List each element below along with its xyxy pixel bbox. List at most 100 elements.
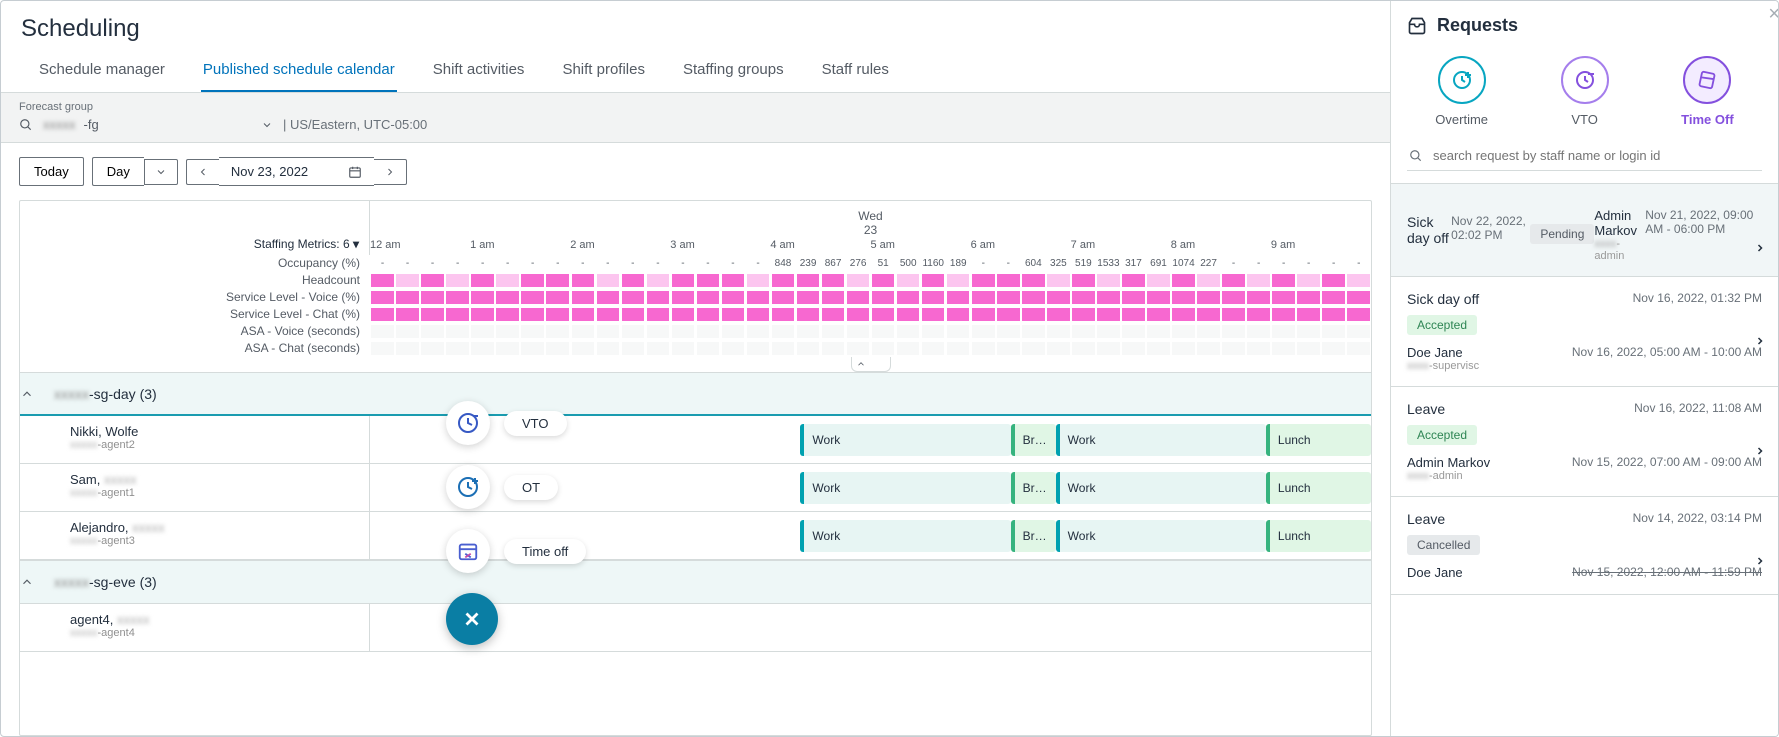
- metric-cell: [695, 323, 720, 340]
- metric-cell: [595, 306, 620, 323]
- metric-cell: [821, 340, 846, 357]
- staffing-metrics-dropdown[interactable]: Staffing Metrics: 6 ▾: [20, 201, 369, 253]
- request-card[interactable]: LeaveNov 14, 2022, 03:14 PMCancelledDoe …: [1391, 497, 1778, 595]
- tab-published-schedule-calendar[interactable]: Published schedule calendar: [201, 51, 397, 92]
- metric-cell: [745, 306, 770, 323]
- hour-label: 2 am: [570, 239, 670, 255]
- shift-segment-break[interactable]: Br…: [1011, 472, 1056, 504]
- hour-label: 7 am: [1071, 239, 1171, 255]
- metric-cell: [996, 323, 1021, 340]
- metric-cell: [1321, 340, 1346, 357]
- group-header[interactable]: xxxxx-sg-day (3): [20, 372, 1371, 416]
- fab-timeoff-label[interactable]: Time off: [504, 539, 586, 564]
- fab-ot-label[interactable]: OT: [504, 475, 558, 500]
- metric-cell: [1121, 306, 1146, 323]
- metric-cell: [495, 272, 520, 289]
- request-card[interactable]: Sick day offNov 16, 2022, 01:32 PMAccept…: [1391, 277, 1778, 387]
- shift-segment-work[interactable]: Work: [800, 424, 1010, 456]
- metric-cell: [1046, 323, 1071, 340]
- metric-cell: [570, 272, 595, 289]
- metric-cell: [1271, 272, 1296, 289]
- shift-segment-lunch[interactable]: Lunch: [1266, 520, 1371, 552]
- shift-segment-break[interactable]: Br…: [1011, 424, 1056, 456]
- view-select[interactable]: Day: [92, 157, 144, 186]
- tab-shift-activities[interactable]: Shift activities: [431, 51, 527, 92]
- request-card[interactable]: Sick day offNov 22, 2022, 02:02 PMPendin…: [1391, 184, 1778, 277]
- shift-segment-work[interactable]: Work: [1056, 472, 1266, 504]
- metric-names: Occupancy (%)HeadcountService Level - Vo…: [20, 255, 370, 357]
- next-day-button[interactable]: [374, 159, 407, 185]
- metric-cell: [1146, 289, 1171, 306]
- collapse-metrics-handle[interactable]: [851, 357, 891, 372]
- metric-cell: [921, 323, 946, 340]
- metric-cell: -: [645, 255, 670, 272]
- metric-cell: [996, 289, 1021, 306]
- metric-cell: [395, 306, 420, 323]
- tab-staff-rules[interactable]: Staff rules: [820, 51, 891, 92]
- metric-cell: [595, 289, 620, 306]
- metric-cell: [971, 323, 996, 340]
- tab-shift-profiles[interactable]: Shift profiles: [560, 51, 647, 92]
- shift-segment-break[interactable]: Br…: [1011, 520, 1056, 552]
- metric-cell: [470, 323, 495, 340]
- metric-cell: [1296, 272, 1321, 289]
- metric-cell: -: [545, 255, 570, 272]
- requests-panel: Requests × Overtime VTO Time Off: [1390, 1, 1778, 736]
- request-list: Sick day offNov 22, 2022, 02:02 PMPendin…: [1391, 183, 1778, 736]
- fab-timeoff-button[interactable]: [446, 529, 490, 573]
- fab-vto-button[interactable]: [446, 401, 490, 445]
- shift-segment-work[interactable]: Work: [800, 520, 1010, 552]
- request-who: Admin Markov: [1594, 208, 1645, 238]
- close-panel-button[interactable]: ×: [1768, 3, 1779, 26]
- metric-cell: [1071, 289, 1096, 306]
- tab-schedule-manager[interactable]: Schedule manager: [37, 51, 167, 92]
- agent-row[interactable]: Sam, xxxxxxxxxx-agent1WorkBr…WorkLunch: [20, 464, 1371, 512]
- shift-segment-work[interactable]: Work: [800, 472, 1010, 504]
- fab-close-button[interactable]: [446, 593, 498, 645]
- hour-label: 8 am: [1171, 239, 1271, 255]
- shift-segment-lunch[interactable]: Lunch: [1266, 424, 1371, 456]
- request-card[interactable]: LeaveNov 16, 2022, 11:08 AMAcceptedAdmin…: [1391, 387, 1778, 497]
- request-type-overtime[interactable]: Overtime: [1435, 56, 1488, 127]
- metric-cell: [1221, 340, 1246, 357]
- metric-cell: [1346, 340, 1371, 357]
- date-display[interactable]: Nov 23, 2022: [219, 157, 374, 186]
- metric-cell: [771, 272, 796, 289]
- metric-cell: -: [745, 255, 770, 272]
- metric-cell: [796, 289, 821, 306]
- shift-segment-work[interactable]: Work: [1056, 520, 1266, 552]
- agent-row[interactable]: Nikki, Wolfexxxxx-agent2WorkBr…WorkLunch: [20, 416, 1371, 464]
- metric-cell: [420, 289, 445, 306]
- group-header[interactable]: xxxxx-sg-eve (3): [20, 560, 1371, 604]
- metric-name: Service Level - Chat (%): [20, 306, 360, 323]
- hour-label: 4 am: [770, 239, 870, 255]
- request-search[interactable]: [1407, 141, 1762, 171]
- metric-cell: [420, 272, 445, 289]
- metric-cell: 848: [771, 255, 796, 272]
- metric-cell: [520, 306, 545, 323]
- shift-segment-work[interactable]: Work: [1056, 424, 1266, 456]
- metric-cell: [1321, 272, 1346, 289]
- tab-staffing-groups[interactable]: Staffing groups: [681, 51, 786, 92]
- fab-ot-button[interactable]: [446, 465, 490, 509]
- fab-vto-label[interactable]: VTO: [504, 411, 567, 436]
- request-search-input[interactable]: [1431, 147, 1760, 164]
- metric-cell: 51: [871, 255, 896, 272]
- shift-segment-lunch[interactable]: Lunch: [1266, 472, 1371, 504]
- prev-day-button[interactable]: [186, 159, 219, 185]
- agent-row[interactable]: agent4, xxxxxxxxxx-agent4: [20, 604, 1371, 652]
- metric-cell: [545, 340, 570, 357]
- view-select-caret[interactable]: [144, 159, 178, 185]
- agent-row[interactable]: Alejandro, xxxxxxxxxx-agent3WorkBr…WorkL…: [20, 512, 1371, 560]
- request-type-timeoff[interactable]: Time Off: [1681, 56, 1734, 127]
- metric-cell: [595, 323, 620, 340]
- metric-cell: [946, 289, 971, 306]
- metric-cell: [921, 340, 946, 357]
- day-header: Wed 23: [370, 201, 1371, 239]
- today-button[interactable]: Today: [19, 157, 84, 186]
- metric-cell: [1271, 306, 1296, 323]
- forecast-group-select[interactable]: xxxxx-fg: [43, 117, 273, 132]
- metric-cell: [1271, 340, 1296, 357]
- metric-cell: [921, 289, 946, 306]
- request-type-vto[interactable]: VTO: [1561, 56, 1609, 127]
